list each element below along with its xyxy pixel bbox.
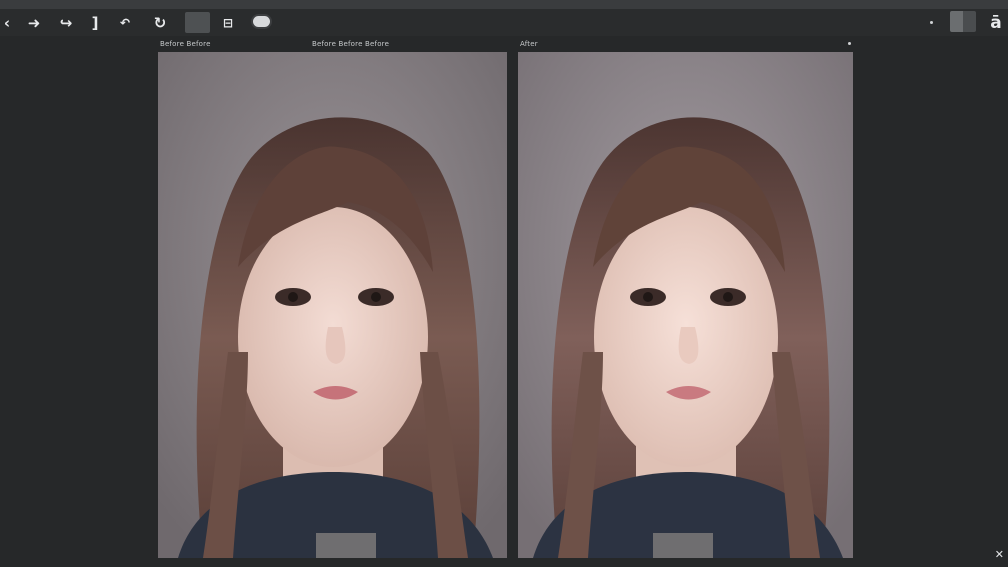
- right-panel-label: After: [520, 40, 538, 48]
- bracket-icon[interactable]: ]: [89, 9, 101, 36]
- portrait-before: [158, 52, 507, 558]
- toolbar: ‹ ➜ ↪ ] ↶ ↻ ⊟ ā: [0, 0, 1008, 36]
- left-panel-label-b: Before Before Before: [312, 40, 390, 48]
- panel-menu-dot-icon[interactable]: [848, 42, 851, 45]
- app-icon[interactable]: ā: [986, 9, 1006, 36]
- back-icon[interactable]: ‹: [2, 9, 12, 36]
- forward-arrow-icon[interactable]: ↪: [57, 9, 75, 36]
- redo-arrow-icon[interactable]: ➜: [25, 9, 43, 36]
- close-icon[interactable]: ✕: [995, 548, 1004, 561]
- layers-icon[interactable]: ⊟: [220, 9, 236, 36]
- color-swatch[interactable]: [185, 12, 210, 33]
- portrait-before-image: [158, 52, 507, 558]
- toggle-pill[interactable]: [253, 16, 270, 27]
- rotate-icon[interactable]: ↻: [152, 9, 168, 36]
- left-panel-label-a: Before Before: [160, 40, 211, 48]
- portrait-after-image: [518, 52, 853, 558]
- grid-view-icon[interactable]: [950, 11, 976, 32]
- lasso-icon[interactable]: ↶: [117, 9, 133, 36]
- menu-dot-icon[interactable]: [930, 21, 933, 24]
- portrait-after: [518, 52, 853, 558]
- compare-handle[interactable]: [316, 533, 376, 558]
- compare-handle-right[interactable]: [653, 533, 713, 558]
